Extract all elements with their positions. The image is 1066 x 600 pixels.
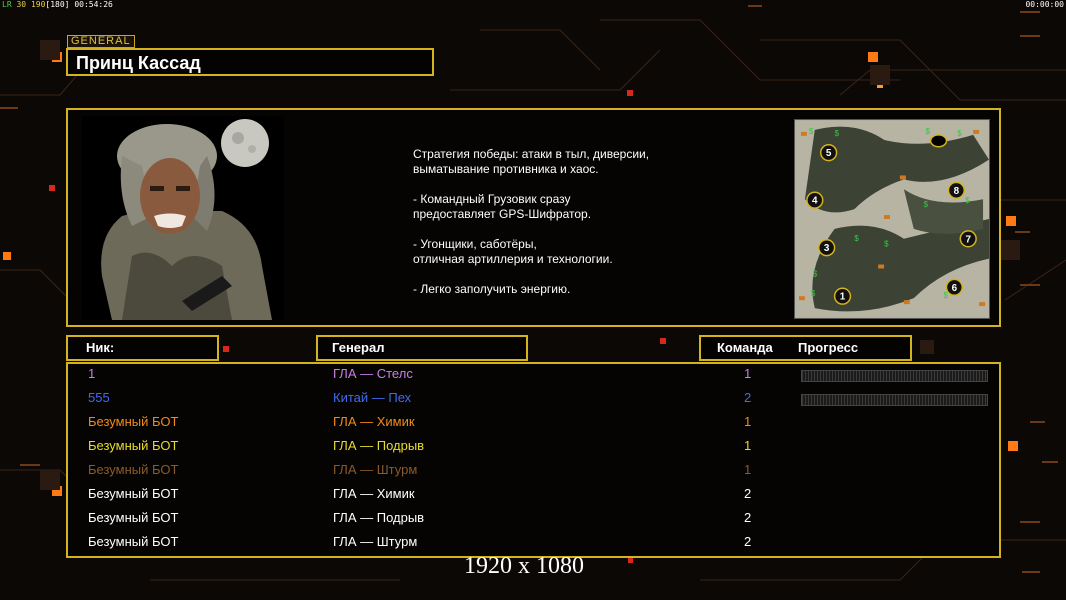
- game-clock: 00:00:00: [1025, 0, 1064, 9]
- general-header-label: Генерал: [332, 340, 385, 355]
- svg-text:$: $: [811, 289, 816, 298]
- player-team: 2: [744, 510, 752, 525]
- player-nick: 1: [88, 366, 96, 381]
- player-row: Безумный БОТ ГЛА — Подрыв 1: [68, 438, 1003, 462]
- start-position-label: 8: [954, 186, 960, 197]
- player-general: ГЛА — Подрыв: [333, 510, 425, 525]
- map-preview: $$ $$ $$ $$ $$ $$ 1345678: [794, 119, 990, 319]
- hud-part-4: [180]: [45, 0, 70, 9]
- start-position-label: 7: [965, 234, 971, 245]
- progress-bar: [801, 394, 988, 406]
- player-nick: Безумный БОТ: [88, 414, 179, 429]
- general-name: Принц Кассад: [76, 53, 201, 73]
- general-column-header: Генерал: [316, 335, 528, 361]
- player-row: Безумный БОТ ГЛА — Подрыв 2: [68, 510, 1003, 534]
- player-general: ГЛА — Химик: [333, 414, 415, 429]
- player-team: 1: [744, 462, 752, 477]
- svg-text:$: $: [965, 196, 970, 205]
- player-team: 2: [744, 534, 752, 549]
- fps-counter: LR 30 190[180] 00:54:26: [2, 0, 113, 9]
- svg-text:$: $: [813, 269, 818, 278]
- player-nick: Безумный БОТ: [88, 510, 179, 525]
- general-tag: GENERAL: [67, 35, 135, 48]
- player-nick: Безумный БОТ: [88, 462, 179, 477]
- progress-bar: [801, 370, 988, 382]
- general-portrait: [82, 116, 284, 320]
- player-general: Китай — Пех: [333, 390, 412, 405]
- start-position-label: 1: [840, 292, 846, 303]
- player-row: Безумный БОТ ГЛА — Штурм 1: [68, 462, 1003, 486]
- svg-text:$: $: [957, 129, 962, 138]
- player-row: 555 Китай — Пех 2: [68, 390, 1003, 414]
- svg-text:$: $: [854, 234, 859, 243]
- svg-text:$: $: [809, 127, 814, 136]
- player-row: 1 ГЛА — Стелс 1: [68, 366, 1003, 390]
- svg-text:$: $: [835, 129, 840, 138]
- player-row: Безумный БОТ ГЛА — Химик 1: [68, 414, 1003, 438]
- player-team: 2: [744, 486, 752, 501]
- start-position-marker: 1: [833, 287, 852, 305]
- hud-part-2: 30: [16, 0, 27, 9]
- strategy-description: Стратегия победы: атаки в тыл, диверсии,…: [413, 147, 650, 296]
- svg-text:$: $: [884, 240, 889, 249]
- resolution-label: 1920 x 1080: [464, 553, 584, 579]
- player-team: 1: [744, 366, 752, 381]
- player-team: 1: [744, 414, 752, 429]
- start-position-label: 3: [824, 243, 830, 254]
- start-position-marker: 4: [806, 191, 824, 209]
- start-position-label: 6: [952, 283, 958, 294]
- player-team: 2: [744, 390, 752, 405]
- player-general: ГЛА — Химик: [333, 486, 415, 501]
- team-progress-header: Команда Прогресс: [699, 335, 912, 361]
- player-general: ГЛА — Штурм: [333, 534, 418, 549]
- player-general: ГЛА — Подрыв: [333, 438, 425, 453]
- start-position-marker: 6: [945, 278, 964, 296]
- nick-column-header: Ник:: [66, 335, 219, 361]
- svg-text:$: $: [924, 200, 929, 209]
- nick-header-label: Ник:: [86, 340, 115, 355]
- start-position-marker: 3: [818, 239, 836, 257]
- player-general: ГЛА — Стелс: [333, 366, 413, 381]
- player-nick: Безумный БОТ: [88, 438, 179, 453]
- svg-text:$: $: [926, 127, 931, 136]
- progress-header-label: Прогресс: [798, 340, 859, 355]
- player-nick: Безумный БОТ: [88, 534, 179, 549]
- player-team: 1: [744, 438, 752, 453]
- start-position-label: 4: [812, 196, 818, 207]
- start-position-marker: 7: [959, 230, 977, 248]
- player-row: Безумный БОТ ГЛА — Химик 2: [68, 486, 1003, 510]
- general-title-box: Принц Кассад: [66, 48, 434, 76]
- team-header-label: Команда: [717, 340, 773, 355]
- player-list: 1 ГЛА — Стелс 1 555 Китай — Пех 2 Безумный БОТ…: [66, 362, 1001, 558]
- player-nick: Безумный БОТ: [88, 486, 179, 501]
- hud-part-1: LR: [2, 0, 12, 9]
- start-position-marker: 8: [947, 181, 965, 199]
- hud-part-3: 190: [30, 0, 46, 9]
- start-position-marker: 5: [819, 144, 838, 162]
- hud-part-5: 00:54:26: [74, 0, 113, 9]
- start-position-label: 5: [826, 148, 832, 159]
- player-nick: 555: [88, 390, 110, 405]
- player-general: ГЛА — Штурм: [333, 462, 418, 477]
